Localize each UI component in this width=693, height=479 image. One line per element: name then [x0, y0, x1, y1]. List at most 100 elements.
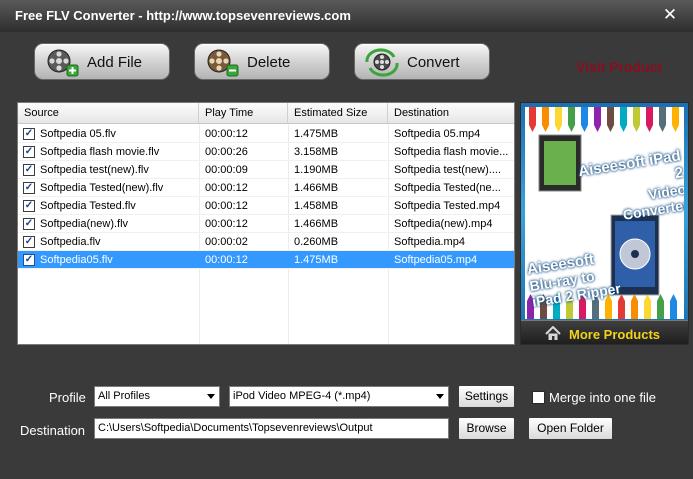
pencil-decoration	[670, 294, 677, 319]
file-row-dest: Softpedia Tested.mp4	[394, 200, 501, 212]
close-icon[interactable]: ✕	[659, 4, 681, 26]
profile-label: Profile	[49, 390, 86, 405]
more-products-label: More Products	[569, 327, 661, 342]
file-row[interactable]: ✓ Softpedia 05.flv 00:00:12 1.475MB Softpedi…	[18, 125, 514, 143]
merge-label: Merge into one file	[549, 390, 656, 405]
browse-button[interactable]: Browse	[458, 417, 515, 440]
file-row-checkbox[interactable]: ✓	[23, 254, 35, 266]
file-row-time: 00:00:09	[205, 164, 248, 176]
file-row-checkbox[interactable]: ✓	[23, 218, 35, 230]
format-dropdown[interactable]: iPod Video MPEG-4 (*.mp4)	[229, 386, 449, 407]
file-row-size: 1.466MB	[294, 218, 339, 230]
pencil-decoration	[555, 107, 562, 132]
file-row[interactable]: ✓ Softpedia Tested.flv 00:00:12 1.458MB Soft…	[18, 197, 514, 215]
file-row-source: Softpedia05.flv	[40, 254, 113, 266]
file-row-time: 00:00:12	[205, 218, 248, 230]
file-row-source: Softpedia flash movie.flv	[40, 146, 160, 158]
file-row-checkbox[interactable]: ✓	[23, 128, 35, 140]
file-row-checkbox[interactable]: ✓	[23, 164, 35, 176]
pencil-decoration	[633, 107, 640, 132]
profile-dropdown-value: All Profiles	[98, 390, 150, 402]
file-row-dest: Softpedia.mp4	[394, 236, 465, 248]
file-row-size: 1.466MB	[294, 182, 339, 194]
visit-product-link[interactable]: Visit Product	[576, 59, 662, 75]
open-folder-button[interactable]: Open Folder	[528, 417, 613, 440]
file-row-size: 0.260MB	[294, 236, 339, 248]
destination-label: Destination	[20, 423, 86, 438]
file-row-checkbox[interactable]: ✓	[23, 200, 35, 212]
ad-artwork: Aiseesoft iPad 2 Video Converter Aiseeso…	[525, 107, 684, 319]
file-row[interactable]: ✓ Softpedia test(new).flv 00:00:09 1.190MB S…	[18, 161, 514, 179]
file-row-dest: Softpedia(new).mp4	[394, 218, 493, 230]
file-row-size: 1.458MB	[294, 200, 339, 212]
file-row-time: 00:00:26	[205, 146, 248, 158]
film-reel-delete-icon	[207, 49, 239, 77]
format-dropdown-value: iPod Video MPEG-4 (*.mp4)	[233, 390, 371, 402]
pencil-decoration	[607, 107, 614, 132]
add-file-label: Add File	[87, 54, 143, 71]
more-products-button[interactable]: More Products	[521, 320, 688, 344]
file-row[interactable]: ✓ Softpedia05.flv 00:00:12 1.475MB Softpedia…	[18, 251, 514, 269]
pencil-decoration	[620, 107, 627, 132]
file-row-size: 1.190MB	[294, 164, 339, 176]
window-title: Free FLV Converter - http://www.topseven…	[15, 8, 351, 23]
column-header-play-time[interactable]: Play Time	[199, 103, 288, 124]
settings-button[interactable]: Settings	[458, 385, 515, 408]
file-row[interactable]: ✓ Softpedia(new).flv 00:00:12 1.466MB Softpe…	[18, 215, 514, 233]
pencil-decoration	[529, 107, 536, 132]
file-row-source: Softpedia test(new).flv	[40, 164, 149, 176]
pencil-decoration	[618, 294, 625, 319]
file-row-time: 00:00:12	[205, 254, 248, 266]
delete-label: Delete	[247, 54, 291, 71]
pencil-decoration	[659, 107, 666, 132]
file-row-source: Softpedia 05.flv	[40, 128, 116, 140]
pencil-decoration	[657, 294, 664, 319]
pencil-decoration	[631, 294, 638, 319]
file-row-time: 00:00:12	[205, 128, 248, 140]
ad-banner[interactable]: Aiseesoft iPad 2 Video Converter Aiseeso…	[520, 102, 689, 345]
file-row-checkbox[interactable]: ✓	[23, 182, 35, 194]
file-row-dest: Softpedia 05.mp4	[394, 128, 481, 140]
file-row[interactable]: ✓ Softpedia Tested(new).flv 00:00:12 1.466M…	[18, 179, 514, 197]
convert-button[interactable]: Convert	[354, 43, 490, 80]
file-row-checkbox[interactable]: ✓	[23, 146, 35, 158]
destination-input[interactable]: C:\Users\Softpedia\Documents\Topsevenrev…	[94, 418, 449, 439]
pencil-decoration	[568, 107, 575, 132]
file-row-source: Softpedia(new).flv	[40, 218, 129, 230]
chevron-down-icon	[207, 394, 215, 399]
add-file-button[interactable]: Add File	[34, 43, 170, 80]
file-row-size: 1.475MB	[294, 254, 339, 266]
convert-label: Convert	[407, 54, 460, 71]
pencil-decoration	[594, 107, 601, 132]
file-row-size: 1.475MB	[294, 128, 339, 140]
home-icon	[545, 326, 561, 340]
column-header-source[interactable]: Source	[18, 103, 199, 124]
column-header-destination[interactable]: Destination	[388, 103, 514, 124]
file-row-source: Softpedia.flv	[40, 236, 101, 248]
delete-button[interactable]: Delete	[194, 43, 330, 80]
profile-dropdown[interactable]: All Profiles	[94, 386, 220, 407]
pencils-top	[529, 107, 679, 132]
pencil-decoration	[646, 107, 653, 132]
file-list-header: Source Play Time Estimated Size Destinat…	[18, 103, 514, 124]
file-row-time: 00:00:12	[205, 182, 248, 194]
file-row-source: Softpedia Tested.flv	[40, 200, 136, 212]
file-row-source: Softpedia Tested(new).flv	[40, 182, 164, 194]
file-row-checkbox[interactable]: ✓	[23, 236, 35, 248]
file-row-dest: Softpedia test(new)....	[394, 164, 501, 176]
merge-checkbox[interactable]	[532, 391, 545, 404]
file-row-time: 00:00:12	[205, 200, 248, 212]
convert-reel-icon	[365, 48, 399, 77]
file-row-size: 3.158MB	[294, 146, 339, 158]
pencil-decoration	[644, 294, 651, 319]
file-row-time: 00:00:02	[205, 236, 248, 248]
column-header-estimated-size[interactable]: Estimated Size	[288, 103, 388, 124]
title-bar: Free FLV Converter - http://www.topseven…	[0, 0, 693, 32]
pencil-decoration	[672, 107, 679, 132]
pencil-decoration	[581, 107, 588, 132]
file-row-dest: Softpedia05.mp4	[394, 254, 478, 266]
file-list[interactable]: Source Play Time Estimated Size Destinat…	[17, 102, 515, 345]
file-row[interactable]: ✓ Softpedia.flv 00:00:02 0.260MB Softpedia.m…	[18, 233, 514, 251]
file-row-dest: Softpedia Tested(ne...	[394, 182, 501, 194]
file-row[interactable]: ✓ Softpedia flash movie.flv 00:00:26 3.158M…	[18, 143, 514, 161]
